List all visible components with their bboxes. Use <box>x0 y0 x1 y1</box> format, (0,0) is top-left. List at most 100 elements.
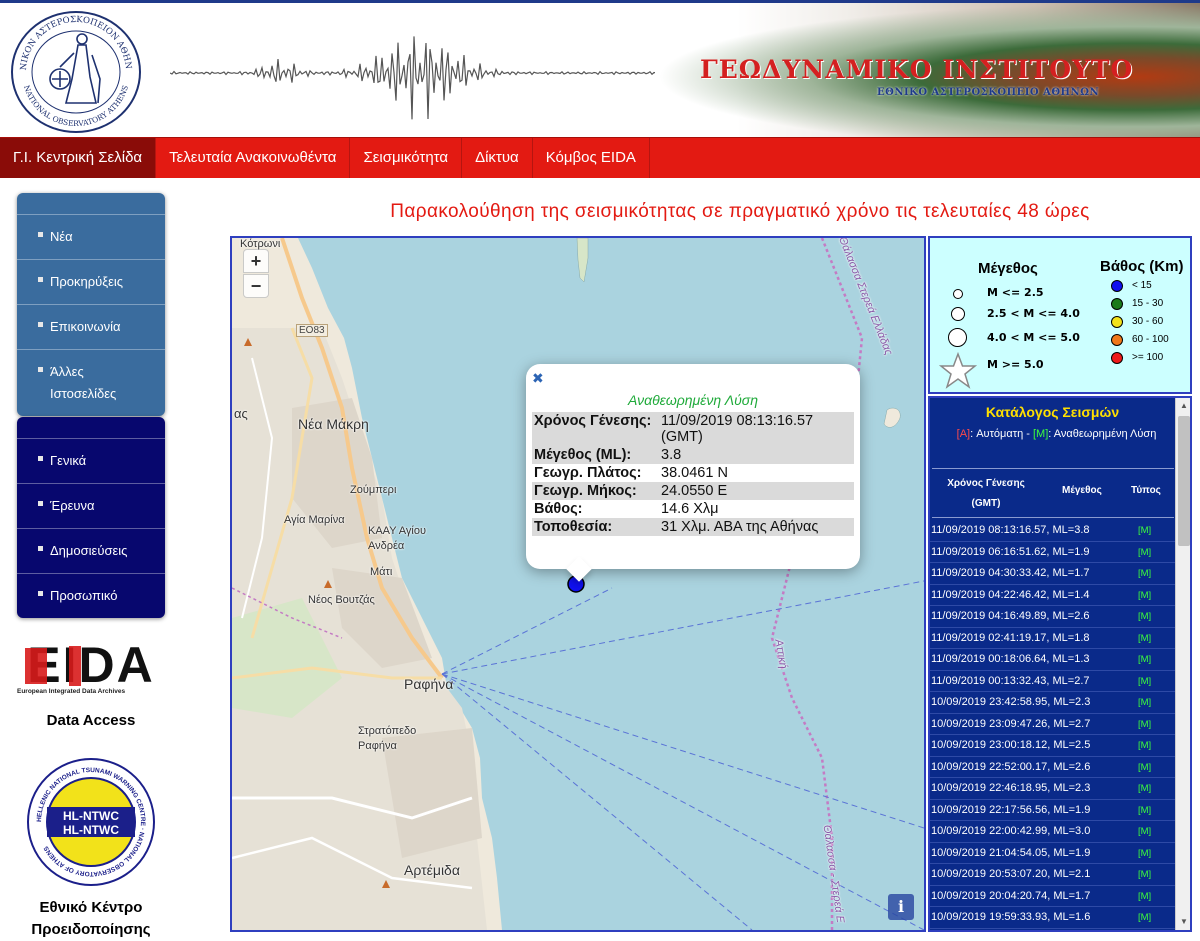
catalog-row[interactable]: 10/09/2019 19:59:33.93, ML=1.6 [M] <box>930 907 1175 929</box>
catalog-row[interactable]: 11/09/2019 04:22:46.42, ML=1.4 [M] <box>930 585 1175 607</box>
catalog-event-type: [M] <box>1138 804 1152 816</box>
sidebar-item-label: Έρευνα <box>50 498 95 513</box>
data-access-link[interactable]: Data Access <box>17 712 165 729</box>
popup-value-latitude: 38.0461 N <box>661 465 728 481</box>
catalog-row[interactable]: 10/09/2019 22:52:00.17, ML=2.6 [M] <box>930 757 1175 779</box>
catalog-event[interactable]: 10/09/2019 22:00:42.99, ML=3.0 <box>931 821 1090 843</box>
legend-depth-5: >= 100 <box>1132 352 1164 363</box>
catalog-row[interactable]: 10/09/2019 22:46:18.95, ML=2.3 [M] <box>930 778 1175 800</box>
catalog-event[interactable]: 11/09/2019 08:13:16.57, ML=3.8 <box>931 520 1090 542</box>
catalog-event-type: [M] <box>1138 826 1152 837</box>
catalog-event-type: [M] <box>1138 783 1152 794</box>
scrollbar-thumb[interactable] <box>1178 416 1190 546</box>
catalog-row[interactable]: 11/09/2019 04:16:49.89, ML=2.6 [M] <box>930 606 1175 628</box>
catalog-event[interactable]: 11/09/2019 04:30:33.42, ML=1.7 <box>931 563 1090 585</box>
nav-item-eida-node[interactable]: Κόμβος EIDA <box>533 138 650 178</box>
sidebar-item-research[interactable]: Έρευνα <box>17 484 165 529</box>
depth-dot-icon <box>1111 352 1123 364</box>
catalog-row[interactable]: 10/09/2019 22:17:56.56, ML=1.9 [M] <box>930 800 1175 822</box>
catalog-event[interactable]: 11/09/2019 00:18:06.64, ML=1.3 <box>931 649 1090 671</box>
legend-magnitude-2: 2.5 < M <= 4.0 <box>987 307 1080 320</box>
depth-dot-icon <box>1111 316 1123 328</box>
close-icon[interactable]: ✖ <box>532 370 544 387</box>
catalog-event[interactable]: 10/09/2019 20:53:07.20, ML=2.1 <box>931 864 1090 886</box>
depth-dot-icon <box>1111 280 1123 292</box>
map-label-rafina: Ραφήνα <box>404 676 454 692</box>
catalog-row[interactable]: 10/09/2019 21:04:54.05, ML=1.9 [M] <box>930 843 1175 865</box>
catalog-row[interactable]: 10/09/2019 20:04:20.74, ML=1.7 [M] <box>930 886 1175 908</box>
catalog-event-type: [M] <box>1138 761 1152 773</box>
catalog-event[interactable]: 10/09/2019 22:52:00.17, ML=2.6 <box>931 757 1090 779</box>
nav-item-home[interactable]: Γ.Ι. Κεντρική Σελίδα <box>0 138 157 178</box>
catalog-event[interactable]: 11/09/2019 00:13:32.43, ML=2.7 <box>931 671 1090 693</box>
catalog-event-type: [M] <box>1138 869 1152 880</box>
sidebar-item-label: Δημοσιεύσεις <box>50 543 128 558</box>
legend-depth-4: 60 - 100 <box>1132 334 1169 345</box>
popup-value-longitude: 24.0550 E <box>659 482 854 500</box>
catalog-row[interactable]: 10/09/2019 23:00:18.12, ML=2.5 [M] <box>930 735 1175 757</box>
popup-key-origin-time: Χρόνος Γένεσης: <box>532 412 659 446</box>
tsunami-centre-title[interactable]: Εθνικό Κέντρο Προειδοποίησης <box>17 897 165 941</box>
catalog-row[interactable]: 10/09/2019 23:42:58.95, ML=2.3 [M] <box>930 692 1175 714</box>
scroll-down-icon[interactable]: ▼ <box>1176 914 1190 930</box>
catalog-scrollbar[interactable]: ▲ ▼ <box>1175 398 1190 930</box>
catalog-event[interactable]: 10/09/2019 22:46:18.95, ML=2.3 <box>931 778 1090 800</box>
catalog-event[interactable]: 11/09/2019 04:22:46.42, ML=1.4 <box>931 585 1090 607</box>
tsunami-warning-centre-logo[interactable]: HELLENIC NATIONAL TSUNAMI WARNING CENTRE… <box>25 757 157 887</box>
map-label-nea-makri: Νέα Μάκρη <box>298 416 369 432</box>
catalog-event-type: [M] <box>1138 589 1152 601</box>
sidebar-menu-header <box>17 417 165 439</box>
nav-item-announcements[interactable]: Τελευταία Ανακοινωθέντα <box>156 138 351 178</box>
catalog-event[interactable]: 10/09/2019 23:00:18.12, ML=2.5 <box>931 735 1090 757</box>
catalog-row[interactable]: 11/09/2019 06:16:51.62, ML=1.9 [M] <box>930 542 1175 564</box>
catalog-row[interactable]: 11/09/2019 02:41:19.17, ML=1.8 [M] <box>930 628 1175 650</box>
earthquake-catalog[interactable]: Κατάλογος Σεισμών [A]: Αυτόματη - [M]: Α… <box>928 396 1192 932</box>
info-icon[interactable]: i <box>888 894 914 920</box>
catalog-event[interactable]: 10/09/2019 23:09:47.26, ML=2.7 <box>931 714 1090 736</box>
catalog-event[interactable]: 10/09/2019 19:59:33.93, ML=1.6 <box>931 907 1090 929</box>
legend-magnitude-3: 4.0 < M <= 5.0 <box>987 331 1080 344</box>
sidebar-item-news[interactable]: Νέα <box>17 215 165 260</box>
catalog-row[interactable]: 10/09/2019 22:00:42.99, ML=3.0 [M] <box>930 821 1175 843</box>
bullet-icon <box>38 591 43 596</box>
main-nav: Γ.Ι. Κεντρική Σελίδα Τελευταία Ανακοινωθ… <box>0 137 1200 178</box>
catalog-event-type: [M] <box>1138 611 1152 622</box>
catalog-row[interactable]: 11/09/2019 00:13:32.43, ML=2.7 [M] <box>930 671 1175 693</box>
catalog-event[interactable]: 11/09/2019 04:16:49.89, ML=2.6 <box>931 606 1090 628</box>
sidebar-item-announcements[interactable]: Προκηρύξεις <box>17 260 165 305</box>
map-legend: Μέγεθος Βάθος (Km) M <= 2.5 2.5 < M <= 4… <box>928 236 1192 394</box>
catalog-event[interactable]: 10/09/2019 22:17:56.56, ML=1.9 <box>931 800 1090 822</box>
popup-value-depth: 14.6 Χλμ <box>661 501 719 517</box>
catalog-row[interactable]: 11/09/2019 08:13:16.57, ML=3.8 [M] <box>930 520 1175 542</box>
seismicity-map[interactable]: + − Κότρωνι ΕΟ83 ας Νέα Μάκρη Ζούμπερι Α… <box>230 236 926 932</box>
catalog-event[interactable]: 11/09/2019 06:16:51.62, ML=1.9 <box>931 542 1090 564</box>
sidebar-item-publications[interactable]: Δημοσιεύσεις <box>17 529 165 574</box>
catalog-event[interactable]: 11/09/2019 02:41:19.17, ML=1.8 <box>931 628 1090 650</box>
institute-title: ΓΕΩΔΥΝΑΜΙΚΟ ΙΝΣΤΙΤΟΥΤΟ <box>700 55 1134 84</box>
seismogram-graphic <box>170 36 660 120</box>
catalog-tag-automatic: [A] <box>956 428 971 440</box>
catalog-title: Κατάλογος Σεισμών <box>985 404 1120 420</box>
catalog-event-type: [M] <box>1138 718 1152 730</box>
popup-key-magnitude: Μέγεθος (ML): <box>532 446 659 464</box>
sidebar-item-general[interactable]: Γενικά <box>17 439 165 484</box>
nav-item-seismicity[interactable]: Σεισμικότητα <box>350 138 463 178</box>
zoom-out-button[interactable]: − <box>243 274 269 298</box>
catalog-row[interactable]: 11/09/2019 00:18:06.64, ML=1.3 [M] <box>930 649 1175 671</box>
catalog-row[interactable]: 11/09/2019 04:30:33.42, ML=1.7 [M] <box>930 563 1175 585</box>
zoom-in-button[interactable]: + <box>243 249 269 273</box>
catalog-row[interactable]: 10/09/2019 23:09:47.26, ML=2.7 [M] <box>930 714 1175 736</box>
catalog-row[interactable]: 10/09/2019 20:53:07.20, ML=2.1 [M] <box>930 864 1175 886</box>
observatory-seal-logo[interactable]: ΕΘΝΙΚΟΝ ΑΣΤΕΡΟΣΚΟΠΕΙΟΝ ΑΘΗΝΩΝ NATIONAL O… <box>8 9 144 135</box>
nav-item-networks[interactable]: Δίκτυα <box>462 138 533 178</box>
map-label-aas: ας <box>234 406 248 421</box>
sidebar-item-contact[interactable]: Επικοινωνία <box>17 305 165 350</box>
sidebar-item-staff[interactable]: Προσωπικό <box>17 574 165 618</box>
catalog-event[interactable]: 10/09/2019 20:04:20.74, ML=1.7 <box>931 886 1090 908</box>
sidebar-item-other-sites[interactable]: Άλλες Ιστοσελίδες <box>17 350 147 416</box>
scroll-up-icon[interactable]: ▲ <box>1176 398 1190 414</box>
catalog-event[interactable]: 10/09/2019 23:42:58.95, ML=2.3 <box>931 692 1090 714</box>
bullet-icon <box>38 367 43 372</box>
catalog-event[interactable]: 10/09/2019 21:04:54.05, ML=1.9 <box>931 843 1090 865</box>
depth-dot-icon <box>1111 334 1123 346</box>
